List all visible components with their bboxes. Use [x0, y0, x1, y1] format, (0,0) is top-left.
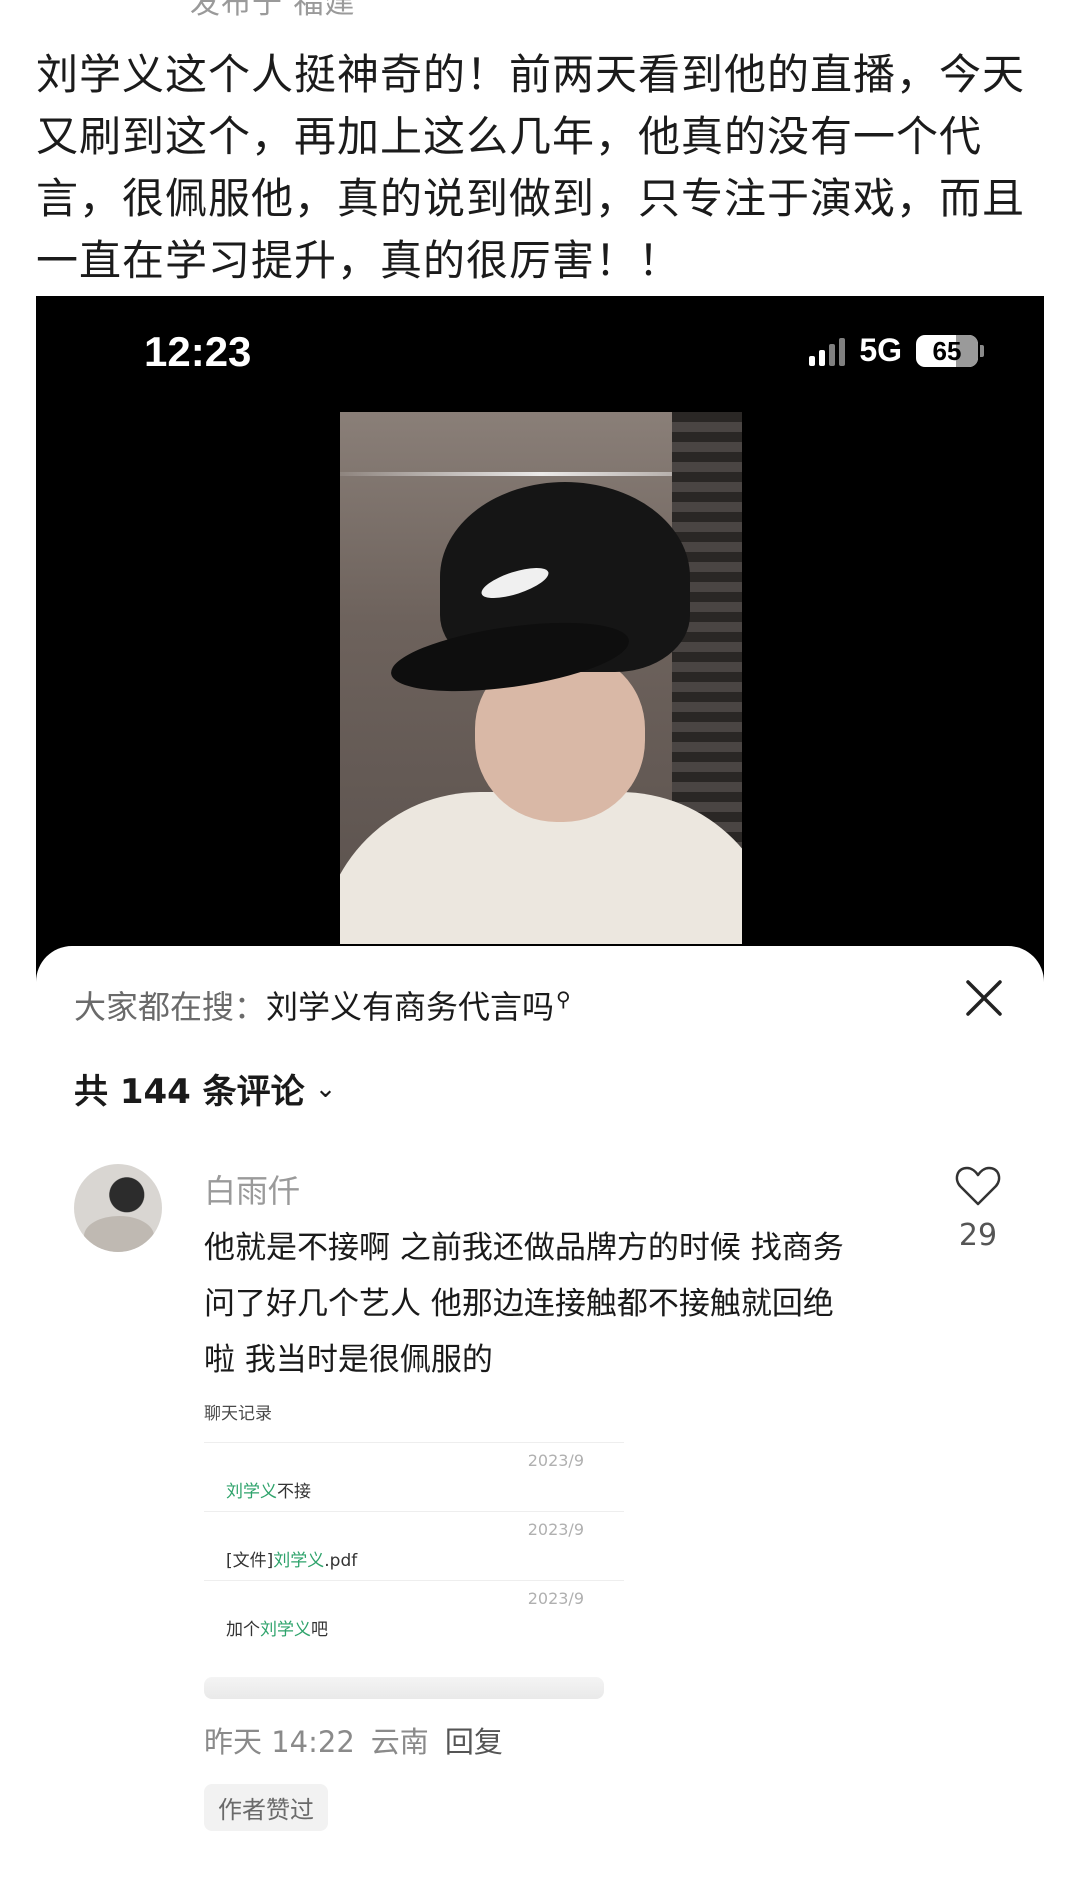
signal-icon	[809, 336, 846, 366]
network-label: 5G	[859, 332, 902, 368]
video-frame[interactable]	[340, 412, 742, 944]
like-count: 29	[958, 1218, 998, 1253]
chat-card-bottom	[204, 1677, 604, 1699]
like-button[interactable]: 29	[948, 1164, 1008, 1253]
battery-level: 65	[932, 335, 962, 366]
chat-message-suffix: 吧	[311, 1620, 328, 1640]
chat-row: 2023/9 加个刘学义吧	[204, 1580, 624, 1649]
chat-date: 2023/9	[527, 1451, 584, 1470]
chat-highlight: 刘学义	[260, 1620, 311, 1640]
chat-record-image[interactable]: 聊天记录 2023/9 刘学义不接 2023/9 [文件]刘学义.pdf 202…	[204, 1399, 624, 1699]
chevron-down-icon: ⌄	[314, 1073, 337, 1104]
post-text: 刘学义这个人挺神奇的！前两天看到他的直播，今天又刷到这个，再加上这么几年，他真的…	[36, 50, 1026, 285]
chat-highlight: 刘学义	[273, 1551, 325, 1571]
chat-message-prefix: 加个	[226, 1620, 260, 1640]
chat-message-prefix: [文件]	[226, 1551, 274, 1571]
chat-message: 加个刘学义吧	[226, 1615, 328, 1640]
search-suggestion[interactable]: 大家都在搜：刘学义有商务代言吗 ⚲	[74, 982, 571, 1028]
chat-message: [文件]刘学义.pdf	[226, 1546, 357, 1571]
battery-tip	[980, 344, 984, 357]
status-time: 12:23	[144, 328, 252, 375]
comment-text: 他就是不接啊 之前我还做品牌方的时候 找商务问了好几个艺人 他那边连接触都不接触…	[204, 1230, 844, 1378]
search-icon: ⚲	[556, 987, 571, 1012]
reply-button[interactable]: 回复	[445, 1719, 503, 1761]
post-location-meta: 发布于 福建	[190, 0, 356, 21]
heart-icon	[955, 1166, 1001, 1206]
avatar[interactable]	[74, 1164, 162, 1252]
search-prefix: 大家都在搜：	[74, 988, 267, 1026]
battery-icon: 65	[916, 334, 978, 367]
comment-meta: 昨天 14:22 云南 回复	[204, 1719, 503, 1761]
comment-count: 共 144 条评论	[74, 1072, 305, 1112]
search-query[interactable]: 刘学义有商务代言吗	[266, 988, 554, 1026]
chat-record-title: 聊天记录	[204, 1404, 272, 1424]
chat-date: 2023/9	[527, 1589, 584, 1608]
comment-sheet: 大家都在搜：刘学义有商务代言吗 ⚲ 共 144 条评论 ⌄ 白雨仟 他就是不接啊 …	[36, 946, 1044, 1881]
comment-time: 昨天 14:22	[204, 1725, 355, 1759]
close-icon[interactable]	[962, 976, 1006, 1020]
comment-location: 云南	[370, 1725, 429, 1759]
chat-row: 2023/9 刘学义不接	[204, 1442, 624, 1511]
chat-message: 刘学义不接	[226, 1477, 311, 1502]
chat-message-suffix: 不接	[277, 1482, 311, 1502]
avatar-figure	[84, 1216, 154, 1252]
chat-highlight: 刘学义	[226, 1482, 277, 1502]
chat-message-suffix: .pdf	[324, 1551, 358, 1571]
chat-date: 2023/9	[527, 1520, 584, 1539]
comment-count-sort[interactable]: 共 144 条评论 ⌄	[74, 1064, 336, 1113]
author-liked-badge: 作者赞过	[204, 1784, 328, 1831]
commenter-name[interactable]: 白雨仟	[204, 1166, 300, 1212]
chat-row: 2023/9 [文件]刘学义.pdf	[204, 1511, 624, 1580]
status-indicators: 5G 65	[809, 332, 984, 369]
embedded-screenshot: 12:23 5G 65 大家都在搜：刘学义有商务代言吗 ⚲ 共 144 条评论 ⌄	[36, 296, 1044, 1881]
